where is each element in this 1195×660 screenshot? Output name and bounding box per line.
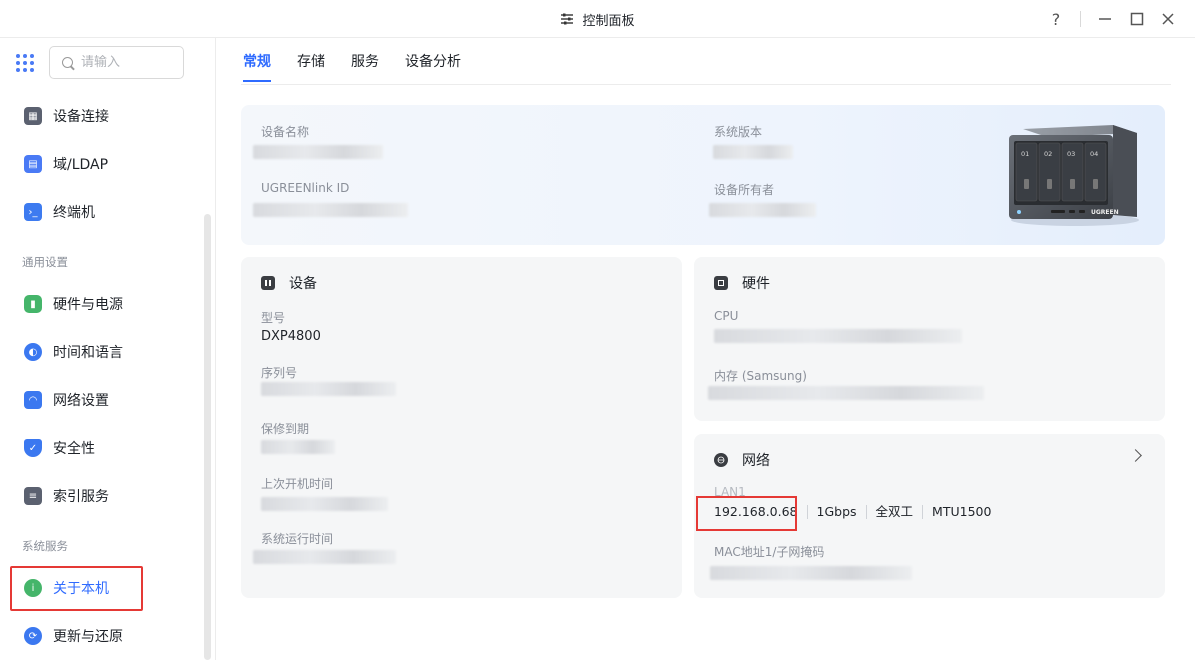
close-button[interactable]	[1155, 0, 1181, 38]
window-title: 控制面板	[582, 13, 635, 29]
maximize-icon	[1130, 12, 1144, 26]
nas-bay-label: 02	[1044, 150, 1052, 158]
serial-label: 序列号	[261, 366, 298, 380]
help-button[interactable]: ?	[1043, 0, 1069, 38]
warranty-value-redacted	[261, 440, 335, 454]
tab-general[interactable]: 常规	[243, 38, 271, 84]
terminal-icon: ›_	[24, 203, 42, 221]
title-bar: 控制面板 ?	[0, 0, 1195, 38]
minimize-icon	[1099, 18, 1111, 20]
tab-storage[interactable]: 存储	[297, 38, 325, 84]
mac-value-redacted	[710, 566, 912, 580]
system-version-label: 系统版本	[714, 125, 763, 139]
model-value: DXP4800	[261, 329, 321, 344]
globe-icon: ◐	[24, 343, 42, 361]
hardware-card-title: 硬件	[714, 273, 770, 293]
apps-grid-icon[interactable]	[16, 54, 34, 72]
maximize-button[interactable]	[1124, 0, 1150, 38]
device-card-title: 设备	[261, 273, 317, 293]
network-card-title-text: 网络	[742, 453, 770, 469]
memory-value-redacted	[708, 386, 984, 400]
duplex-mode: 全双工	[865, 505, 923, 519]
sidebar-item-label: 时间和语言	[53, 345, 123, 361]
last-boot-value-redacted	[261, 497, 388, 511]
section-general-settings: 通用设置	[22, 255, 68, 269]
search-input[interactable]	[81, 55, 171, 70]
domain-icon: ▤	[24, 155, 42, 173]
sidebar-item-security[interactable]: ✓ 安全性	[12, 428, 202, 468]
window-title-area: 控制面板	[0, 0, 1195, 38]
sidebar-item-index-service[interactable]: ≡ 索引服务	[12, 476, 202, 516]
wifi-icon: ◠	[24, 391, 42, 409]
uptime-value-redacted	[253, 550, 396, 564]
highlight-box	[10, 566, 143, 611]
device-owner-value-redacted	[709, 203, 816, 217]
refresh-icon: ⟳	[24, 627, 42, 645]
device-card-title-text: 设备	[289, 276, 317, 292]
sidebar-item-time-language[interactable]: ◐ 时间和语言	[12, 332, 202, 372]
ugreenlink-id-label: UGREENlink ID	[261, 181, 350, 195]
warranty-label: 保修到期	[261, 422, 310, 436]
index-icon: ≡	[24, 487, 42, 505]
hardware-card-title-text: 硬件	[742, 276, 770, 292]
sidebar-item-device-link[interactable]: ▦ 设备连接	[12, 96, 202, 136]
sidebar-item-label: 安全性	[53, 441, 95, 457]
ugreenlink-id-value-redacted	[253, 203, 408, 217]
sidebar-item-terminal[interactable]: ›_ 终端机	[12, 192, 202, 232]
sidebar-item-label: 终端机	[53, 205, 95, 221]
minimize-button[interactable]	[1092, 0, 1118, 38]
nas-device-image: 01 02 03 04 UGREEN	[1009, 125, 1139, 226]
network-card-title: 网络	[714, 450, 770, 470]
sidebar-item-hardware-power[interactable]: ▮ 硬件与电源	[12, 284, 202, 324]
section-system-services: 系统服务	[22, 539, 68, 553]
nas-bay-label: 03	[1067, 150, 1075, 158]
tab-services[interactable]: 服务	[351, 38, 379, 84]
cpu-value-redacted	[714, 329, 962, 343]
nas-brand-logo: UGREEN	[1091, 209, 1119, 216]
battery-icon: ▮	[24, 295, 42, 313]
tab-bar: 常规 存储 服务 设备分析	[243, 38, 487, 84]
sidebar-scrollbar[interactable]	[204, 214, 211, 660]
sidebar-item-domain[interactable]: ▤ 域/LDAP	[12, 144, 202, 184]
title-divider	[1080, 11, 1081, 27]
device-owner-label: 设备所有者	[714, 183, 775, 197]
uptime-label: 系统运行时间	[261, 532, 334, 546]
mac-label: MAC地址1/子网掩码	[714, 545, 825, 559]
sidebar-item-network[interactable]: ◠ 网络设置	[12, 380, 202, 420]
memory-label: 内存 (Samsung)	[714, 369, 807, 383]
control-panel-icon	[561, 13, 574, 25]
device-link-icon: ▦	[24, 107, 42, 125]
ip-highlight-box	[696, 496, 797, 531]
sidebar-item-about[interactable]: i 关于本机	[10, 566, 202, 611]
nas-bay-label: 01	[1021, 150, 1029, 158]
search-box[interactable]	[49, 46, 184, 79]
device-summary-panel: 设备名称 UGREENlink ID 系统版本 设备所有者 01 02 03 0…	[241, 105, 1165, 245]
sidebar: ▦ 设备连接 ▤ 域/LDAP ›_ 终端机 通用设置 ▮ 硬件与电源 ◐ 时间…	[0, 38, 216, 660]
system-version-value-redacted	[713, 145, 793, 159]
sidebar-item-label: 更新与还原	[53, 629, 123, 645]
sidebar-item-update-restore[interactable]: ⟳ 更新与还原	[12, 616, 202, 656]
sidebar-item-label: 设备连接	[53, 109, 109, 125]
close-icon	[1162, 13, 1174, 25]
last-boot-label: 上次开机时间	[261, 477, 334, 491]
globe-network-icon	[714, 453, 728, 467]
device-name-label: 设备名称	[261, 125, 310, 139]
model-label: 型号	[261, 311, 286, 325]
shield-icon: ✓	[24, 439, 42, 457]
serial-value-redacted	[261, 382, 396, 396]
search-icon	[62, 57, 73, 68]
device-icon	[261, 276, 275, 290]
chip-icon	[714, 276, 728, 290]
link-speed: 1Gbps	[806, 505, 866, 519]
tabs-divider	[241, 84, 1171, 85]
sidebar-item-label: 索引服务	[53, 489, 109, 505]
nas-bay-label: 04	[1090, 150, 1098, 158]
cpu-label: CPU	[714, 309, 739, 323]
sidebar-item-label: 域/LDAP	[53, 157, 109, 173]
tab-device-analysis[interactable]: 设备分析	[405, 38, 461, 84]
mtu-value: MTU1500	[922, 505, 1000, 519]
sidebar-item-label: 硬件与电源	[53, 297, 123, 313]
sidebar-item-label: 网络设置	[53, 393, 109, 409]
device-name-value-redacted	[253, 145, 383, 159]
